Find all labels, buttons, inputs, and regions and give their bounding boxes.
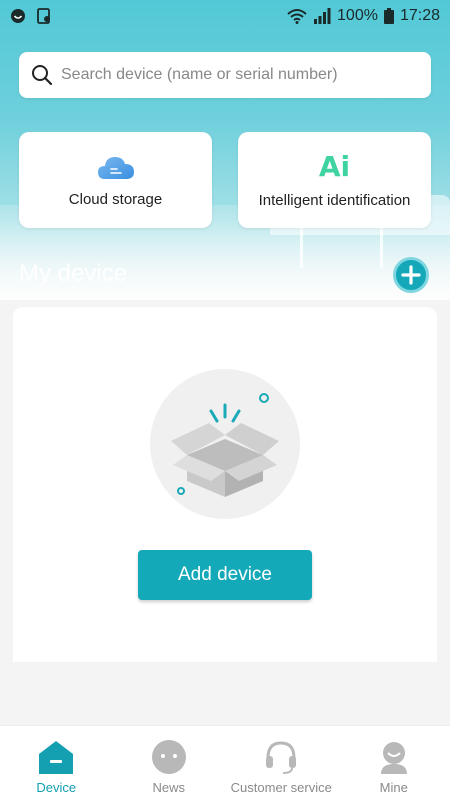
- signal-icon: [314, 8, 331, 24]
- decor-dot: [177, 487, 185, 495]
- headset-icon: [266, 741, 297, 774]
- profile-icon: [380, 742, 407, 774]
- battery-icon: [383, 8, 394, 24]
- search-input[interactable]: [61, 66, 419, 84]
- plus-icon: [401, 265, 421, 285]
- cloud-icon: [97, 156, 134, 179]
- status-time: 17:28: [399, 7, 440, 24]
- nav-label-customer-service: Customer service: [230, 780, 332, 795]
- nav-label-device: Device: [36, 780, 77, 795]
- add-device-fab[interactable]: [393, 257, 429, 293]
- decor-dot: [259, 393, 269, 403]
- nav-item-mine[interactable]: Mine: [338, 726, 450, 800]
- my-device-title: My device: [19, 260, 128, 287]
- empty-box-icon: [171, 403, 279, 497]
- status-bar: 100% 17:28: [0, 0, 450, 32]
- home-icon: [39, 741, 74, 774]
- cloud-storage-card[interactable]: Cloud storage: [19, 132, 212, 228]
- screenshot-icon: [37, 8, 50, 24]
- nav-label-mine: Mine: [379, 780, 408, 795]
- wifi-icon: [287, 9, 307, 24]
- search-bar[interactable]: [19, 52, 431, 98]
- chat-icon: [151, 740, 186, 774]
- nav-label-news: News: [152, 780, 185, 795]
- device-panel: Add device: [13, 307, 437, 662]
- app-icon: [11, 9, 25, 23]
- intelligent-identification-card[interactable]: Ai Intelligent identification: [238, 132, 431, 228]
- cloud-storage-label: Cloud storage: [68, 190, 163, 208]
- intelligent-identification-label: Intelligent identification: [258, 191, 411, 209]
- nav-item-device[interactable]: Device: [0, 726, 113, 800]
- bottom-nav: Device News Customer service Mine: [0, 725, 450, 800]
- ai-icon: Ai: [318, 149, 351, 183]
- add-device-button[interactable]: Add device: [138, 550, 312, 600]
- nav-item-customer-service[interactable]: Customer service: [225, 726, 338, 800]
- search-icon: [32, 65, 53, 86]
- nav-item-news[interactable]: News: [113, 726, 226, 800]
- battery-percent: 100%: [337, 7, 378, 24]
